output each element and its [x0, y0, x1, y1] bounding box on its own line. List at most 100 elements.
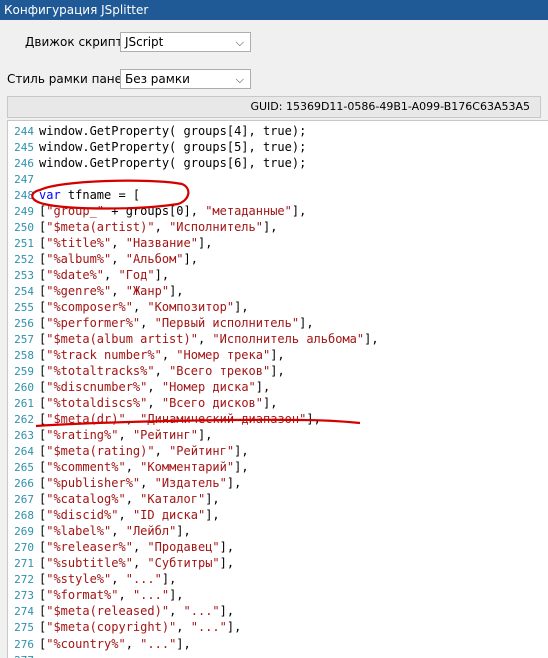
- code-line: 267 ["%catalog%", "Каталог"],: [8, 491, 548, 507]
- line-number: 253: [14, 269, 34, 283]
- code-line: 250 ["$meta(artist)", "Исполнитель"],: [8, 219, 548, 235]
- code-text: ["%title%", "Название"],: [39, 236, 213, 251]
- code-text: ["%country%", "..."],: [39, 636, 191, 651]
- line-number: 271: [14, 557, 34, 571]
- code-text: ["%catalog%", "Каталог"],: [39, 492, 220, 507]
- frame-style-select[interactable]: Без рамки ⌵: [120, 69, 251, 89]
- code-line: 262 ["$meta(dr)", "Динамический диапазон"…: [8, 411, 548, 427]
- engine-select[interactable]: JScript ⌵: [120, 32, 251, 52]
- code-text: ["%performer%", "Первый исполнитель"],: [39, 316, 314, 331]
- engine-label: Движок скрипта:: [25, 35, 134, 49]
- line-number: 252: [14, 253, 34, 267]
- code-text: ["%subtitle%", "Субтитры"],: [39, 556, 235, 571]
- line-number: 265: [14, 461, 34, 475]
- line-number: 254: [14, 285, 34, 299]
- code-line: 257 ["$meta(album artist)", "Исполнитель …: [8, 331, 548, 347]
- window-title: Конфигурация JSplitter: [0, 0, 548, 20]
- code-lines: 244 window.GetProperty( groups[4], true);…: [8, 123, 548, 658]
- code-keyword: var: [39, 188, 61, 203]
- line-number: 264: [14, 445, 34, 459]
- line-number: 245: [14, 141, 34, 155]
- code-line: 259 ["%totaltracks%", "Всего треков"],: [8, 363, 548, 379]
- line-number: 258: [14, 349, 34, 363]
- line-number: 270: [14, 541, 34, 555]
- code-text: ["%genre%", "Жанр"],: [39, 284, 184, 299]
- code-text: ["%date%", "Год"],: [39, 268, 170, 283]
- line-number: 272: [14, 573, 34, 587]
- code-text: ["%composer%", "Композитор"],: [39, 300, 249, 315]
- line-number: 276: [14, 637, 34, 651]
- line-number: 260: [14, 381, 34, 395]
- code-text: ["%style%", "..."],: [39, 572, 177, 587]
- frame-style-row: Стиль рамки панели: Без рамки ⌵: [0, 67, 548, 91]
- line-number: 274: [14, 605, 34, 619]
- code-text: ["$meta(artist)", "Исполнитель"],: [39, 220, 278, 235]
- line-number: 263: [14, 429, 34, 443]
- line-number: 251: [14, 237, 34, 251]
- chevron-down-icon: ⌵: [235, 73, 244, 86]
- line-number: 247: [14, 173, 34, 187]
- code-text: ["%discid%", "ID диска"],: [39, 508, 220, 523]
- code-line: 268 ["%discid%", "ID диска"],: [8, 507, 548, 523]
- chevron-down-icon: ⌵: [235, 36, 244, 49]
- line-number: 244: [14, 125, 34, 138]
- code-text: ["group_" + groups[0], "метаданные"],: [39, 204, 307, 219]
- code-line: 269 ["%label%", "Лейбл"],: [8, 523, 548, 539]
- line-number: 268: [14, 509, 34, 523]
- code-line: 277: [8, 652, 548, 658]
- code-text: ["%totaldiscs%", "Всего дисков"],: [39, 396, 278, 411]
- code-line: 271 ["%subtitle%", "Субтитры"],: [8, 555, 548, 571]
- code-line: 266 ["%publisher%", "Издатель"],: [8, 475, 548, 491]
- guid-field: GUID: 15369D11-0586-49B1-A099-B176C63A53…: [7, 96, 541, 118]
- code-line: 270 ["%releaser%", "Продавец"],: [8, 539, 548, 555]
- line-number: 266: [14, 477, 34, 491]
- code-text: ["%totaltracks%", "Всего треков"],: [39, 364, 285, 379]
- code-text: window.GetProperty( groups[5], true);: [39, 140, 307, 155]
- code-text: ["%publisher%", "Издатель"],: [39, 476, 242, 491]
- line-number: 249: [14, 205, 34, 219]
- code-line: 275 ["$meta(copyright)", "..."],: [8, 619, 548, 635]
- code-line: 247: [8, 171, 548, 187]
- code-line: 264 ["$meta(rating)", "Рейтинг"],: [8, 443, 548, 459]
- code-text: tfname = [: [60, 188, 141, 203]
- code-text: ["%releaser%", "Продавец"],: [39, 540, 235, 555]
- code-text: window.GetProperty( groups[4], true);: [39, 124, 307, 138]
- code-line: 248 var tfname = [: [8, 187, 548, 203]
- code-text: ["$meta(rating)", "Рейтинг"],: [39, 444, 249, 459]
- code-text: ["$meta(copyright)", "..."],: [39, 620, 242, 635]
- line-number: 277: [8, 653, 34, 658]
- code-text: ["$meta(dr)", "Динамический диапазон"],: [39, 412, 321, 427]
- line-number: 259: [14, 365, 34, 379]
- code-line: 245 window.GetProperty( groups[5], true);: [8, 139, 548, 155]
- code-line: 255 ["%composer%", "Композитор"],: [8, 299, 548, 315]
- code-line: 261 ["%totaldiscs%", "Всего дисков"],: [8, 395, 548, 411]
- line-number: 269: [14, 525, 34, 539]
- line-number: 275: [14, 621, 34, 635]
- code-line: 246 window.GetProperty( groups[6], true);: [8, 155, 548, 171]
- engine-row: Движок скрипта: JScript ⌵: [0, 30, 548, 54]
- code-line: 253 ["%date%", "Год"],: [8, 267, 548, 283]
- line-number: 250: [14, 221, 34, 235]
- frame-style-value: Без рамки: [125, 72, 190, 86]
- code-line: 244 window.GetProperty( groups[4], true);: [8, 123, 548, 139]
- code-line: 274 ["$meta(released)", "..."],: [8, 603, 548, 619]
- line-number: 273: [14, 589, 34, 603]
- code-line: 263 ["%rating%", "Рейтинг"],: [8, 427, 548, 443]
- code-text: window.GetProperty( groups[6], true);: [39, 156, 307, 171]
- code-text: ["%label%", "Лейбл"],: [39, 524, 191, 539]
- code-editor[interactable]: 244 window.GetProperty( groups[4], true);…: [7, 120, 548, 658]
- code-line: 252 ["%album%", "Альбом"],: [8, 251, 548, 267]
- code-text: ["$meta(album artist)", "Исполнитель аль…: [39, 332, 379, 347]
- line-number: 248: [14, 189, 34, 203]
- code-text: ["$meta(released)", "..."],: [39, 604, 235, 619]
- code-line: 265 ["%comment%", "Комментарий"],: [8, 459, 548, 475]
- line-number: 256: [14, 317, 34, 331]
- code-line: 251 ["%title%", "Название"],: [8, 235, 548, 251]
- code-line: 273 ["%format%", "..."],: [8, 587, 548, 603]
- code-text: ["%comment%", "Комментарий"],: [39, 460, 249, 475]
- code-line: 272 ["%style%", "..."],: [8, 571, 548, 587]
- code-text: ["%rating%", "Рейтинг"],: [39, 428, 213, 443]
- engine-value: JScript: [125, 35, 164, 49]
- line-number: 246: [14, 157, 34, 171]
- line-number: 261: [14, 397, 34, 411]
